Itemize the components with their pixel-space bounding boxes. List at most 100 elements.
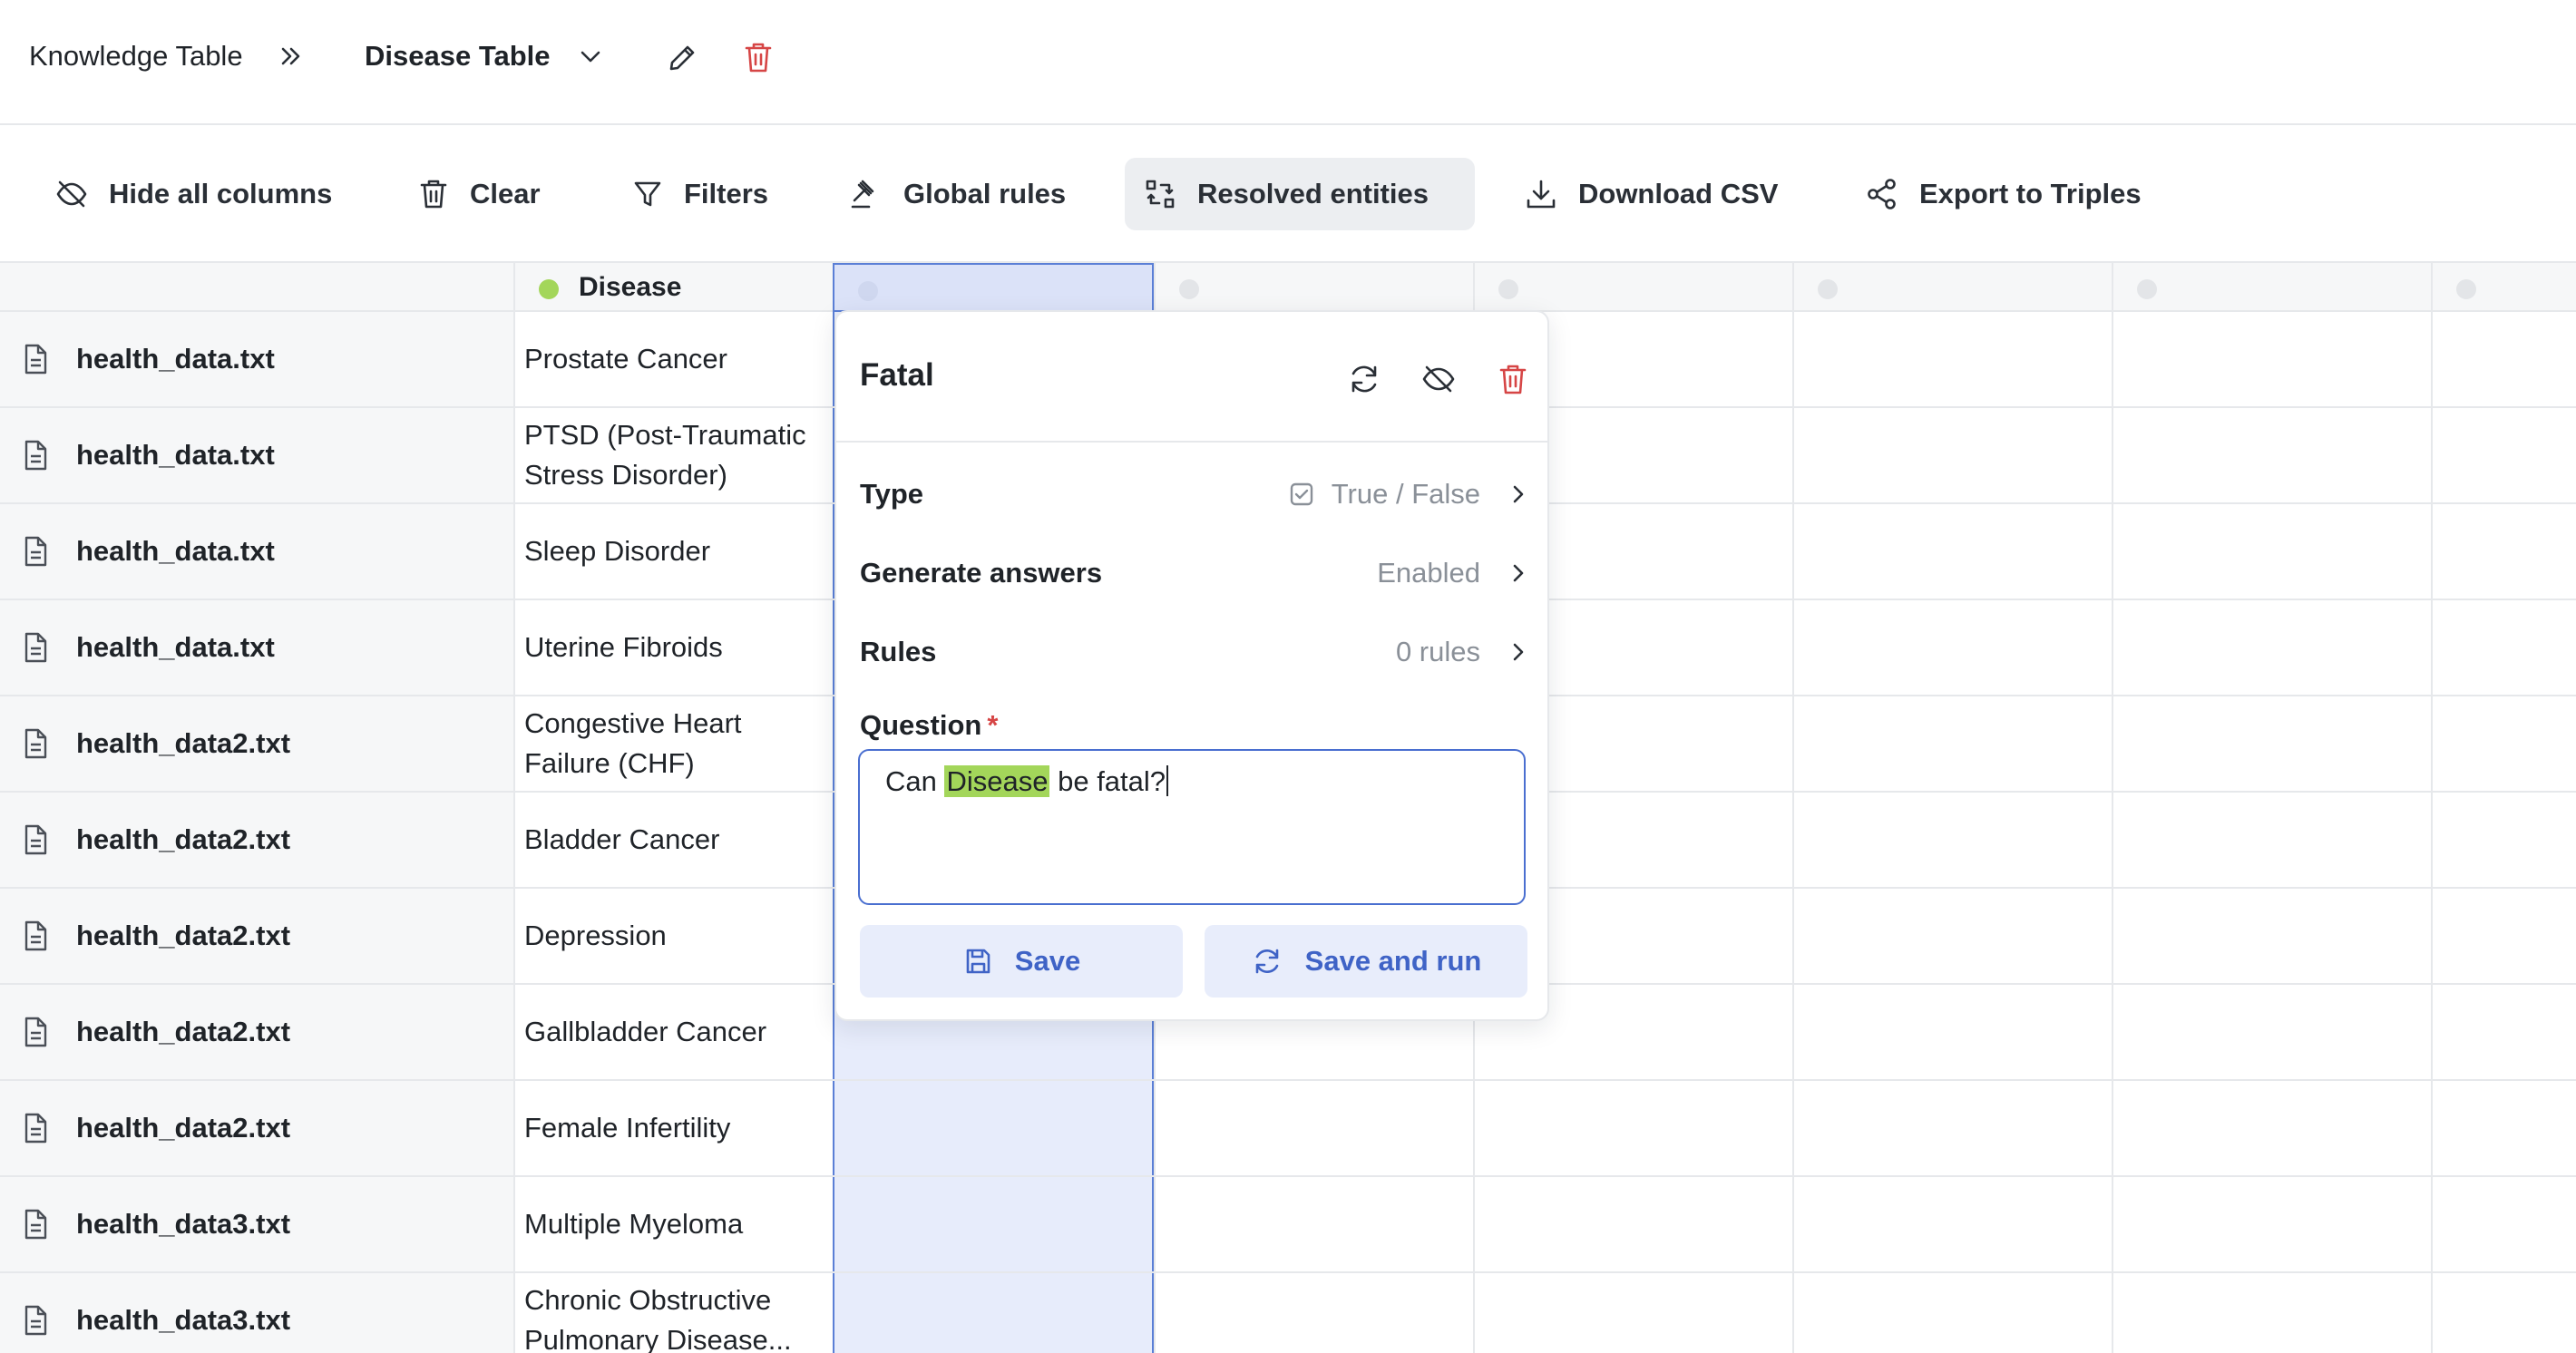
disease-value: Gallbladder Cancer <box>524 1016 767 1047</box>
disease-cell[interactable]: Bladder Cancer <box>513 793 833 887</box>
file-icon <box>22 727 49 760</box>
text-caret <box>1166 765 1169 796</box>
eye-off-icon[interactable] <box>1419 359 1459 399</box>
export-to-triples-button[interactable]: Export to Triples <box>1847 158 2160 230</box>
column-title: Fatal <box>860 357 934 393</box>
document-cell[interactable]: health_data3.txt <box>0 1177 513 1271</box>
disease-value: Female Infertility <box>524 1112 731 1144</box>
trash-icon <box>417 177 450 211</box>
global-rules-button[interactable]: Global rules <box>831 158 1084 230</box>
floppy-disk-icon <box>962 946 993 977</box>
document-cell[interactable]: health_data.txt <box>0 504 513 599</box>
document-name: health_data.txt <box>76 631 275 663</box>
document-cell[interactable]: health_data3.txt <box>0 1273 513 1353</box>
column-header-empty[interactable] <box>1792 263 2112 312</box>
download-icon <box>1524 177 1558 211</box>
refresh-icon[interactable] <box>1344 359 1384 399</box>
document-cell[interactable]: health_data.txt <box>0 600 513 695</box>
table-row: health_data3.txt Multiple Myeloma <box>0 1177 2576 1273</box>
disease-cell[interactable]: Depression <box>513 889 833 983</box>
document-cell[interactable]: health_data2.txt <box>0 889 513 983</box>
column-header-label: Disease <box>579 272 682 302</box>
chevron-right-icon <box>1508 560 1529 587</box>
pencil-icon[interactable] <box>664 40 700 76</box>
disease-value: Bladder Cancer <box>524 823 720 855</box>
document-cell[interactable]: health_data.txt <box>0 408 513 502</box>
column-header-selected[interactable] <box>833 263 1154 312</box>
table-selector-label[interactable]: Disease Table <box>365 40 550 73</box>
column-header-empty[interactable] <box>2112 263 2431 312</box>
disease-value: Prostate Cancer <box>524 343 727 375</box>
document-name: health_data2.txt <box>76 823 291 855</box>
disease-cell[interactable]: Gallbladder Cancer <box>513 985 833 1079</box>
column-status-dot <box>1179 279 1199 299</box>
trash-icon[interactable] <box>1493 359 1533 399</box>
table-row: health_data3.txt Chronic Obstructive Pulm… <box>0 1273 2576 1353</box>
document-name: health_data.txt <box>76 439 275 471</box>
column-header-empty[interactable] <box>2431 263 2576 312</box>
disease-cell[interactable]: Chronic Obstructive Pulmonary Disease... <box>513 1273 833 1353</box>
clear-button[interactable]: Clear <box>399 158 559 230</box>
document-cell[interactable]: health_data2.txt <box>0 985 513 1079</box>
document-cell[interactable]: health_data.txt <box>0 312 513 406</box>
hide-all-columns-button[interactable]: Hide all columns <box>36 158 350 230</box>
global-rules-label: Global rules <box>903 178 1067 209</box>
disease-value: Chronic Obstructive Pulmonary Disease... <box>524 1284 792 1353</box>
file-icon <box>22 1304 49 1337</box>
column-settings-popover: Fatal Type True / False Generate answers… <box>834 310 1549 1021</box>
question-entity-mention[interactable]: Disease <box>944 765 1050 797</box>
column-status-dot <box>2456 279 2476 299</box>
checkbox-icon <box>1288 481 1315 508</box>
column-status-dot <box>858 281 878 301</box>
disease-cell[interactable]: Multiple Myeloma <box>513 1177 833 1271</box>
file-icon <box>22 1112 49 1144</box>
document-name: health_data3.txt <box>76 1208 291 1240</box>
document-cell[interactable]: health_data2.txt <box>0 793 513 887</box>
disease-cell[interactable]: Sleep Disorder <box>513 504 833 599</box>
rules-row[interactable]: Rules 0 rules <box>860 629 1529 675</box>
replace-icon <box>1143 177 1177 211</box>
share-icon <box>1865 177 1899 211</box>
save-and-run-button[interactable]: Save and run <box>1205 925 1527 998</box>
document-cell[interactable]: health_data2.txt <box>0 1081 513 1175</box>
question-input[interactable]: Can Disease be fatal? <box>858 749 1526 905</box>
disease-value: PTSD (Post-Traumatic Stress Disorder) <box>524 419 806 491</box>
document-name: health_data3.txt <box>76 1304 291 1336</box>
trash-icon[interactable] <box>740 38 776 76</box>
filters-button[interactable]: Filters <box>613 158 786 230</box>
save-label: Save <box>1014 945 1081 977</box>
generate-answers-row[interactable]: Generate answers Enabled <box>860 550 1529 596</box>
save-and-run-label: Save and run <box>1304 945 1482 977</box>
chevron-down-icon[interactable] <box>577 43 604 70</box>
column-header-empty[interactable] <box>1154 263 1473 312</box>
disease-cell[interactable]: Congestive Heart Failure (CHF) <box>513 696 833 791</box>
resolved-entities-button[interactable]: Resolved entities <box>1125 158 1475 230</box>
double-chevron-right-icon <box>278 41 305 72</box>
breadcrumb-root[interactable]: Knowledge Table <box>29 40 243 73</box>
hide-all-columns-label: Hide all columns <box>109 178 333 209</box>
disease-value: Uterine Fibroids <box>524 631 723 663</box>
question-label: Question * <box>860 709 998 742</box>
file-icon <box>22 1208 49 1241</box>
disease-cell[interactable]: Female Infertility <box>513 1081 833 1175</box>
file-icon <box>22 1016 49 1048</box>
document-cell[interactable]: health_data2.txt <box>0 696 513 791</box>
column-header-empty[interactable] <box>1473 263 1792 312</box>
filters-label: Filters <box>684 178 769 209</box>
document-name: health_data2.txt <box>76 727 291 759</box>
type-row[interactable]: Type True / False <box>860 472 1529 517</box>
save-button[interactable]: Save <box>860 925 1183 998</box>
column-header-disease[interactable]: Disease <box>513 263 833 312</box>
refresh-icon <box>1251 945 1283 978</box>
file-icon <box>22 920 49 952</box>
rules-label: Rules <box>860 636 937 667</box>
download-csv-button[interactable]: Download CSV <box>1506 158 1796 230</box>
disease-cell[interactable]: Prostate Cancer <box>513 312 833 406</box>
document-name: health_data.txt <box>76 535 275 567</box>
type-label: Type <box>860 478 924 510</box>
disease-cell[interactable]: Uterine Fibroids <box>513 600 833 695</box>
disease-cell[interactable]: PTSD (Post-Traumatic Stress Disorder) <box>513 408 833 502</box>
column-status-dot <box>1498 279 1518 299</box>
type-value: True / False <box>1331 478 1480 510</box>
file-icon <box>22 343 49 375</box>
